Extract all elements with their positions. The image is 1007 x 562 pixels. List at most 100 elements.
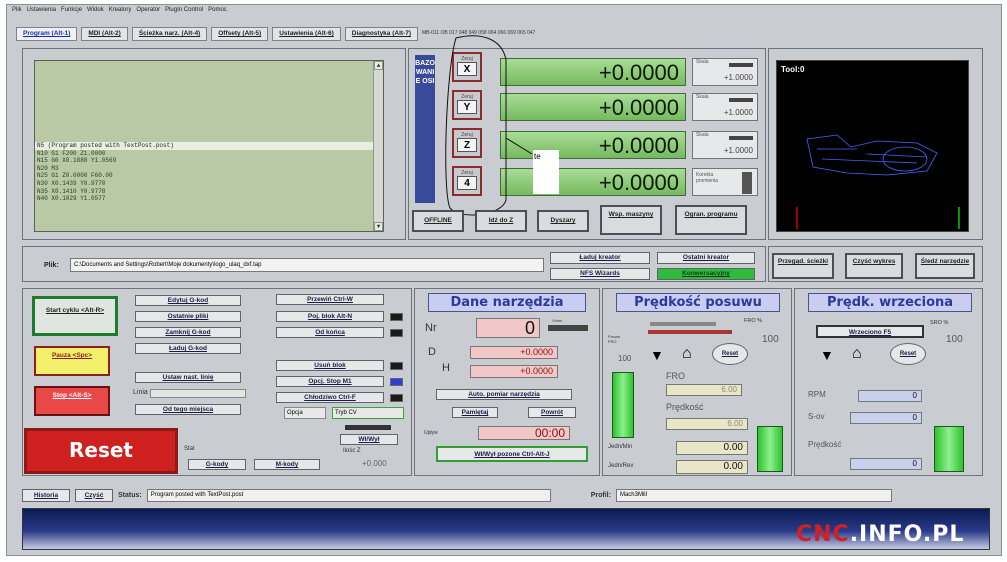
gcode-scrollbar[interactable]: ▲ ▼ bbox=[373, 61, 383, 231]
units-min-label: Jedn/Min bbox=[608, 444, 633, 450]
auto-tool-zero-button[interactable]: Auto. pomiar narzędzia bbox=[436, 389, 572, 400]
tool-side-label: Video bbox=[552, 318, 563, 323]
menu-item-settings[interactable]: Ustawienia bbox=[27, 7, 56, 19]
fro-pct-value: 100 bbox=[762, 334, 779, 345]
tab-diagnostics[interactable]: Diagnostyka (Alt-7) bbox=[344, 27, 418, 41]
spindle-reset-button[interactable]: Reset bbox=[890, 343, 926, 365]
nfs-wizards-button[interactable]: NFS Wizards bbox=[550, 268, 650, 280]
conversational-button[interactable]: Konwersacyjny bbox=[657, 268, 755, 280]
radius-correction[interactable]: Korekta promienia bbox=[692, 168, 758, 196]
feed-side-label: Posuw FRO bbox=[608, 334, 621, 344]
clear-display-button[interactable]: Czyść wykres bbox=[845, 253, 903, 279]
coolant-button[interactable]: Chłodziwo Ctrl-F bbox=[276, 392, 384, 403]
tab-mdi[interactable]: MDI (Alt-2) bbox=[81, 27, 128, 41]
feed-field[interactable]: 6.00 bbox=[666, 418, 748, 430]
tool-number-field[interactable]: 0 bbox=[476, 318, 540, 338]
spindle-up-icon[interactable]: ⌂ bbox=[852, 345, 862, 363]
cv-mode-field: Tryb CV bbox=[332, 407, 404, 419]
reverse-run-led bbox=[390, 329, 403, 337]
fro-field[interactable]: 6.00 bbox=[666, 384, 742, 396]
gcode-line[interactable]: N10 G1 F200 Z1.0000 bbox=[35, 150, 383, 158]
close-gcode-button[interactable]: Zamknij G-kod bbox=[135, 327, 241, 338]
menu-item-plugin[interactable]: PlugIn Control bbox=[165, 7, 203, 19]
line-number-field[interactable] bbox=[150, 389, 246, 398]
menu-item-help[interactable]: Pomoc bbox=[208, 7, 227, 19]
offline-button[interactable]: OFFLINE bbox=[412, 210, 464, 232]
remember-button[interactable]: Pamiętaj bbox=[452, 407, 498, 418]
gcode-line[interactable]: N20 M3 bbox=[35, 165, 383, 173]
regenerate-toolpath-button[interactable]: Przegąd. ścieżki bbox=[772, 253, 834, 279]
toolpath-drawing bbox=[796, 134, 960, 229]
edit-gcode-button[interactable]: Edytuj G-kod bbox=[135, 295, 241, 306]
tool-change-led bbox=[548, 325, 588, 331]
gcode-line[interactable]: N35 X0.1410 Y0.9778 bbox=[35, 188, 383, 196]
tab-toolpath[interactable]: Ścieżka narz. (Alt-4) bbox=[131, 27, 208, 41]
feed-slider[interactable] bbox=[650, 322, 716, 326]
clear-button[interactable]: Czyść bbox=[75, 488, 113, 502]
spindle-speed-field[interactable]: 0 bbox=[850, 458, 922, 470]
single-block-button[interactable]: Poj. blok Alt-N bbox=[276, 311, 384, 322]
set-next-line-button[interactable]: Ustaw nast. linię bbox=[135, 372, 241, 383]
file-label: Plik: bbox=[44, 262, 59, 269]
gcode-list[interactable]: N5 (Program posted with TextPost.post) N1… bbox=[34, 60, 384, 232]
elapsed-time-field: 00:00 bbox=[478, 426, 570, 440]
menu-item-functions[interactable]: Funkcje bbox=[61, 7, 82, 19]
menu-item-file[interactable]: Plik bbox=[12, 7, 22, 19]
run-from-here-button[interactable]: Od tego miejsca bbox=[135, 404, 241, 415]
toggle-button[interactable]: Wł/Wył bbox=[340, 434, 398, 445]
tool-diameter-field[interactable]: +0.0000 bbox=[470, 346, 558, 359]
load-gcode-button[interactable]: Ładuj G-kod bbox=[135, 343, 241, 354]
tab-offsets[interactable]: Offsety (Alt-5) bbox=[211, 27, 269, 41]
dyszary-button[interactable]: Dyszary bbox=[537, 210, 589, 232]
tool-nr-label: Nr bbox=[425, 322, 437, 334]
optional-stop-button[interactable]: Opcj. Stop M1 bbox=[276, 376, 384, 387]
last-wizard-button[interactable]: Ostatni kreator bbox=[657, 252, 755, 264]
reverse-run-button[interactable]: Od końca bbox=[276, 327, 384, 338]
coolant-led bbox=[390, 394, 403, 402]
toolpath-view[interactable]: Tool:0 bbox=[776, 60, 969, 232]
scroll-down-icon[interactable]: ▼ bbox=[374, 222, 383, 231]
gcode-line[interactable]: N30 X0.1439 Y0.9770 bbox=[35, 180, 383, 188]
rewind-button[interactable]: Przewiń Ctrl-W bbox=[276, 294, 384, 305]
gcode-line[interactable]: N5 (Program posted with TextPost.post) bbox=[35, 142, 383, 150]
option-field: Opcja bbox=[284, 407, 326, 419]
recent-files-button[interactable]: Ostatnie pliki bbox=[135, 311, 241, 322]
feed-down-icon[interactable]: ▼ bbox=[650, 347, 664, 363]
tool-toggle-button[interactable]: Wł/Wył pozone Ctrl-Alt-J bbox=[436, 446, 588, 462]
machine-coords-button[interactable]: Wsp. maszyny bbox=[600, 205, 662, 235]
tab-program[interactable]: Program (Alt-1) bbox=[16, 27, 78, 41]
menu-item-view[interactable]: Widok bbox=[87, 7, 104, 19]
gcode-line[interactable]: N25 G1 Z0.0000 F60.00 bbox=[35, 172, 383, 180]
spindle-toggle-button[interactable]: Wrzeciono F5 bbox=[816, 325, 924, 338]
units-min-field: 0.00 bbox=[676, 441, 748, 455]
stop-button[interactable]: Stop <Alt-S> bbox=[34, 386, 110, 416]
cnc-logo: CNC.INFO.PL bbox=[796, 522, 965, 547]
reset-button[interactable]: Reset bbox=[24, 428, 178, 474]
menu-item-operator[interactable]: Operator bbox=[136, 7, 160, 19]
feed-up-icon[interactable]: ⌂ bbox=[682, 345, 692, 363]
soft-limits-button[interactable]: Ogran. programu bbox=[675, 205, 747, 235]
gcode-line[interactable]: N40 X0.1029 Y1.0577 bbox=[35, 195, 383, 203]
cycle-start-button[interactable]: Start cyklu <Alt-R> bbox=[32, 296, 118, 336]
tab-settings[interactable]: Ustawienia (Alt-6) bbox=[272, 27, 341, 41]
blade-value: +0.000 bbox=[362, 459, 387, 468]
tool-h-label: H bbox=[442, 362, 450, 374]
scroll-up-icon[interactable]: ▲ bbox=[374, 61, 383, 70]
history-button[interactable]: Historia bbox=[22, 488, 70, 502]
tool-d-label: D bbox=[428, 346, 436, 358]
pause-button[interactable]: Pauza <Spc> bbox=[34, 346, 110, 376]
block-delete-button[interactable]: Usuń blok bbox=[276, 360, 384, 371]
scale-y: Skala +1.0000 bbox=[692, 93, 758, 121]
fro-label: FRO bbox=[666, 371, 685, 381]
tool-height-field[interactable]: +0.0000 bbox=[470, 365, 558, 378]
feed-reset-button[interactable]: Reset bbox=[712, 343, 748, 365]
return-button[interactable]: Powrót bbox=[528, 407, 576, 418]
mcodes-button[interactable]: M-kody bbox=[254, 459, 320, 470]
gcode-line[interactable]: N15 G0 X0.1888 Y1.0569 bbox=[35, 157, 383, 165]
follow-tool-button[interactable]: Śledź narzędzie bbox=[915, 253, 975, 279]
gcodes-button[interactable]: G-kody bbox=[188, 459, 246, 470]
load-wizard-button[interactable]: Ładuj kreator bbox=[550, 252, 650, 264]
menu-item-wizards[interactable]: Kreatory bbox=[109, 7, 132, 19]
goto-zero-button[interactable]: Idź do Z bbox=[475, 210, 527, 232]
spindle-down-icon[interactable]: ▼ bbox=[820, 347, 834, 363]
